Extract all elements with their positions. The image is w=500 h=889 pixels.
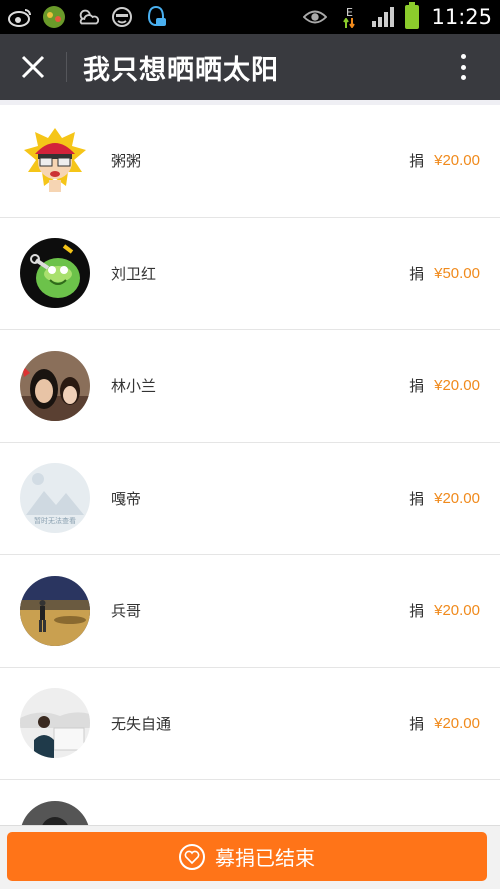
status-bar: E 11:25 bbox=[0, 0, 500, 34]
donation-info: 捐 ¥20.00 bbox=[409, 713, 480, 734]
header-divider bbox=[66, 52, 67, 82]
bottom-bar: 募捐已结束 bbox=[0, 825, 500, 889]
avatar bbox=[20, 688, 90, 759]
donate-label: 捐 bbox=[409, 714, 425, 733]
donation-ended-button[interactable]: 募捐已结束 bbox=[7, 832, 487, 881]
donate-label: 捐 bbox=[409, 264, 425, 283]
close-icon bbox=[21, 55, 45, 79]
donate-label: 捐 bbox=[409, 489, 425, 508]
donation-amount: ¥50.00 bbox=[434, 264, 480, 282]
list-item[interactable]: 无失自通 捐 ¥20.00 bbox=[0, 668, 500, 780]
donate-label: 捐 bbox=[409, 152, 425, 171]
more-dot-icon bbox=[460, 64, 466, 70]
donor-name: 粥粥 bbox=[111, 152, 142, 171]
donation-amount: ¥20.00 bbox=[434, 714, 480, 732]
donor-name: 林小兰 bbox=[111, 377, 157, 396]
avatar bbox=[20, 800, 90, 825]
donation-info: 捐 ¥50.00 bbox=[409, 263, 480, 284]
more-dot-icon bbox=[460, 54, 466, 59]
donation-info: 捐 ¥20.00 bbox=[409, 488, 480, 509]
list-item[interactable]: 刘卫红 捐 ¥50.00 bbox=[0, 218, 500, 330]
avatar bbox=[20, 238, 90, 309]
donation-amount: ¥20.00 bbox=[434, 152, 480, 170]
donor-name: 兵哥 bbox=[111, 602, 142, 621]
donor-name: 刘卫红 bbox=[111, 264, 157, 283]
more-menu-button[interactable] bbox=[448, 52, 478, 82]
qq-icon bbox=[144, 5, 168, 28]
status-time: 11:25 bbox=[431, 5, 492, 29]
app-icon bbox=[42, 6, 66, 28]
face-icon bbox=[110, 6, 134, 28]
donation-list[interactable]: 粥粥 捐 ¥20.00 刘卫红 捐 ¥50.00 林小兰 捐 ¥20.00 暂时… bbox=[0, 105, 500, 825]
donation-ended-label: 募捐已结束 bbox=[215, 846, 315, 870]
avatar bbox=[20, 575, 90, 646]
network-type-icon: E bbox=[337, 6, 361, 28]
list-item[interactable]: 暂时无法查看 嘎帝 捐 ¥20.00 bbox=[0, 443, 500, 555]
donation-amount: ¥20.00 bbox=[434, 377, 480, 395]
list-item[interactable]: 林小兰 捐 ¥20.00 bbox=[0, 330, 500, 443]
list-item[interactable]: 兵哥 捐 ¥20.00 bbox=[0, 555, 500, 668]
donation-amount: ¥20.00 bbox=[434, 489, 480, 507]
list-item[interactable] bbox=[0, 780, 500, 825]
eye-icon bbox=[303, 6, 328, 28]
close-button[interactable] bbox=[0, 34, 66, 100]
more-dot-icon bbox=[460, 75, 466, 80]
app-header: 我只想晒晒太阳 bbox=[0, 34, 500, 100]
battery-icon bbox=[405, 2, 420, 29]
placeholder-text: 暂时无法查看 bbox=[34, 516, 76, 525]
donate-label: 捐 bbox=[409, 377, 425, 396]
donation-amount: ¥20.00 bbox=[434, 602, 480, 620]
avatar bbox=[20, 125, 90, 196]
donation-info: 捐 ¥20.00 bbox=[409, 150, 480, 171]
list-item[interactable]: 粥粥 捐 ¥20.00 bbox=[0, 105, 500, 218]
heart-icon bbox=[179, 843, 205, 870]
weibo-icon bbox=[8, 6, 32, 28]
donation-info: 捐 ¥20.00 bbox=[409, 600, 480, 621]
avatar: 暂时无法查看 bbox=[20, 463, 90, 534]
donor-name: 无失自通 bbox=[111, 714, 172, 733]
signal-icon bbox=[371, 6, 395, 28]
donation-info: 捐 ¥20.00 bbox=[409, 375, 480, 396]
page-title: 我只想晒晒太阳 bbox=[83, 54, 279, 86]
donor-name: 嘎帝 bbox=[111, 489, 142, 508]
donate-label: 捐 bbox=[409, 602, 425, 621]
avatar bbox=[20, 350, 90, 421]
weather-icon bbox=[76, 6, 100, 28]
